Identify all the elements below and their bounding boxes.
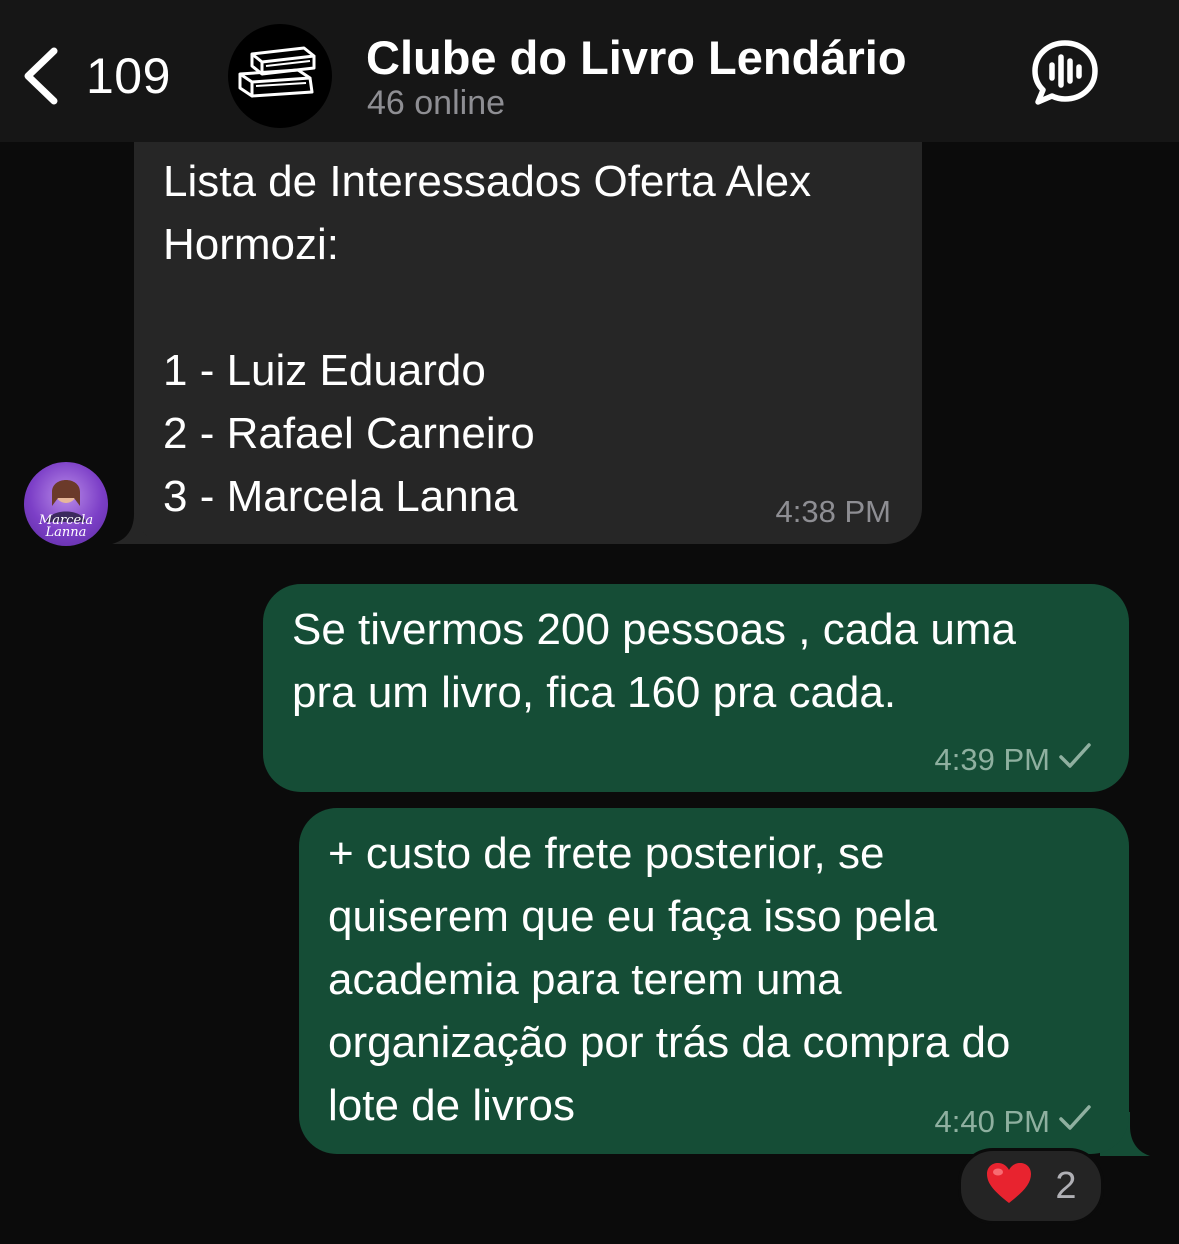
message-line xyxy=(163,276,892,339)
group-title[interactable]: Clube do Livro Lendário xyxy=(366,30,907,85)
svg-text:Lanna: Lanna xyxy=(45,525,87,540)
message-meta: 4:39 PM xyxy=(935,742,1092,778)
voice-chat-button[interactable] xyxy=(1030,38,1100,108)
message-line: Se tivermos 200 pessoas , cada uma xyxy=(292,605,1016,654)
group-avatar[interactable] xyxy=(228,24,332,128)
outgoing-message[interactable]: + custo de frete posterior, se quiserem … xyxy=(299,808,1129,1154)
message-line: pra um livro, fica 160 pra cada. xyxy=(292,668,897,717)
back-button[interactable]: 109 xyxy=(20,40,171,112)
message-time: 4:39 PM xyxy=(934,742,1050,777)
reaction-badge[interactable]: 2 xyxy=(958,1148,1104,1224)
message-line: 2 - Rafael Carneiro xyxy=(163,409,535,458)
chevron-left-icon xyxy=(20,45,60,107)
message-line: quiserem que eu faça isso pela xyxy=(328,892,938,941)
message-line: organização por trás da compra do xyxy=(328,1018,1011,1067)
reaction-count: 2 xyxy=(1055,1164,1077,1207)
books-icon xyxy=(232,44,328,109)
chat-screen: 109 Clube do Livro Lendário 46 online Li… xyxy=(0,0,1179,1244)
message-meta: 4:40 PM xyxy=(935,1104,1092,1140)
sender-avatar[interactable]: Marcela Lanna xyxy=(24,462,108,546)
heart-icon xyxy=(985,1161,1033,1212)
check-icon xyxy=(1050,742,1092,778)
message-line: academia para terem uma xyxy=(328,955,842,1004)
message-time: 4:40 PM xyxy=(934,1104,1050,1139)
message-line: Lista de Interessados Oferta Alex xyxy=(163,157,812,206)
message-line: 1 - Luiz Eduardo xyxy=(163,346,486,395)
message-line: Hormozi: xyxy=(163,220,340,269)
online-status: 46 online xyxy=(367,84,506,122)
message-line: + custo de frete posterior, se xyxy=(328,829,885,878)
message-time: 4:38 PM xyxy=(775,494,891,529)
outgoing-message[interactable]: Se tivermos 200 pessoas , cada uma pra u… xyxy=(263,584,1129,792)
incoming-message[interactable]: Lista de Interessados Oferta Alex Hormoz… xyxy=(134,120,922,544)
voice-chat-icon xyxy=(1030,40,1100,112)
chat-header: 109 Clube do Livro Lendário 46 online xyxy=(0,0,1179,142)
unread-count: 109 xyxy=(86,48,171,104)
check-icon xyxy=(1050,1104,1092,1140)
